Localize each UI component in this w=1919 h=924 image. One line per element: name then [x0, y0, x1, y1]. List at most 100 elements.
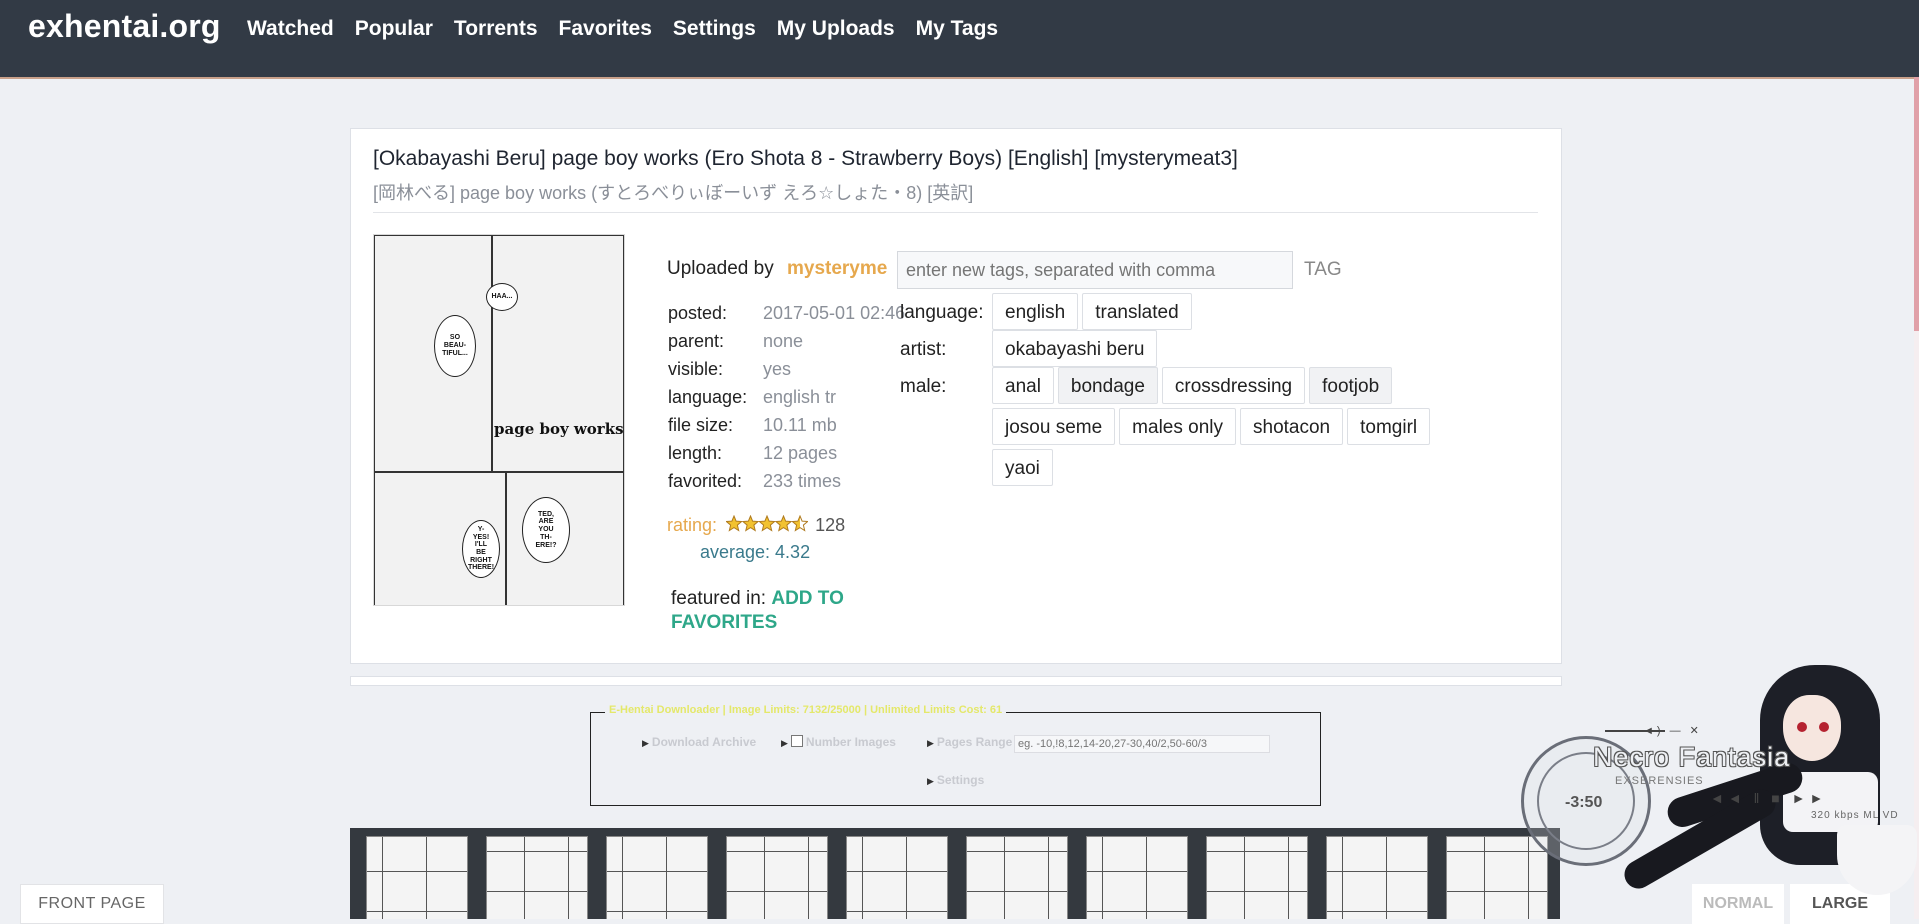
gallery-metadata: posted: 2017-05-01 02:46 parent: none visi…	[668, 299, 905, 495]
thumbnail-panel-line	[1484, 837, 1485, 919]
front-page-button[interactable]: FRONT PAGE	[20, 884, 164, 924]
tag-chip[interactable]: yaoi	[992, 449, 1053, 486]
thumbnail-panel-line	[382, 837, 383, 919]
tag-chip[interactable]: shotacon	[1240, 408, 1344, 445]
thumbnail-panel-line	[967, 851, 1067, 852]
star-icon[interactable]	[741, 515, 760, 532]
gallery-thumbnail[interactable]	[486, 836, 588, 919]
gallery-thumbnail[interactable]	[846, 836, 948, 919]
pages-range-label-row: ▶ Pages Range	[927, 735, 1012, 749]
thumbnail-panel-line	[967, 891, 1067, 892]
tag-chip[interactable]: footjob	[1309, 367, 1393, 404]
thumbnail-panel-line	[847, 871, 947, 872]
meta-key: file size:	[668, 415, 734, 435]
thumbnail-panel-line	[607, 871, 707, 872]
uploader-row: Uploaded by mysteryme	[667, 258, 887, 280]
gallery-thumbnail[interactable]	[1326, 836, 1428, 919]
title-divider	[373, 212, 1538, 213]
featured-in-row: featured in: ADD TO FAVORITES	[671, 587, 911, 635]
tag-chip[interactable]: translated	[1082, 293, 1192, 330]
star-icon[interactable]	[726, 515, 743, 532]
tag-chip[interactable]: males only	[1119, 408, 1236, 445]
site-logo[interactable]: exhentai.org	[28, 8, 221, 45]
featured-label: featured in:	[671, 588, 767, 609]
triangle-icon: ▶	[927, 738, 934, 748]
playback-controls[interactable]: ◄◄ ‖ ■ ►►	[1710, 790, 1827, 806]
meta-value: 2017-05-01 02:46	[763, 303, 906, 323]
nav-link-torrents[interactable]: Torrents	[454, 17, 538, 41]
nav-links: Watched Popular Torrents Favorites Setti…	[247, 17, 1019, 41]
tag-chip[interactable]: crossdressing	[1161, 367, 1306, 404]
thumbnail-panel-line	[1087, 911, 1187, 912]
cover-title-text: page boy works	[494, 420, 624, 438]
tag-chip[interactable]: josou seme	[992, 408, 1116, 445]
thumbnail-panel-line	[1327, 871, 1427, 872]
scrollbar-thumb[interactable]	[1914, 77, 1919, 331]
tag-chip[interactable]: anal	[992, 367, 1054, 404]
meta-key: posted:	[668, 303, 728, 323]
pages-range-label: Pages Range	[936, 735, 1013, 749]
thumbnail-panel-line	[1087, 871, 1187, 872]
meta-key: visible:	[668, 359, 724, 379]
nav-link-my-uploads[interactable]: My Uploads	[777, 17, 895, 41]
gallery-title-japanese: [岡林べる] page boy works (すとろべりぃぼーいず えろ☆しょた…	[373, 183, 974, 203]
thumbnail-panel-line	[906, 837, 907, 919]
meta-row-favorited: favorited: 233 times	[668, 467, 905, 495]
rating-label: rating:	[667, 515, 718, 535]
meta-key: parent:	[668, 331, 725, 351]
tag-chip[interactable]: bondage	[1057, 367, 1158, 404]
uploader-link[interactable]: mysteryme	[787, 258, 887, 279]
new-tag-input[interactable]	[897, 251, 1293, 289]
rating-stars[interactable]	[726, 515, 809, 533]
gallery-thumbnail[interactable]	[966, 836, 1068, 919]
gallery-cover-image[interactable]: SO BEAU- TIFUL... HAA... TED, ARE YOU TH- ERE!…	[373, 234, 625, 606]
nav-link-settings[interactable]: Settings	[673, 17, 756, 41]
gallery-thumbnail[interactable]	[726, 836, 828, 919]
thumbnail-panel-line	[1342, 837, 1343, 919]
thumbnail-panel-line	[1288, 837, 1289, 919]
gallery-thumbnail[interactable]	[1206, 836, 1308, 919]
thumbnail-panel-line	[1207, 891, 1307, 892]
thumbnail-panel-line	[808, 837, 809, 919]
thumbnail-panel-line	[487, 851, 587, 852]
gallery-thumbnail[interactable]	[606, 836, 708, 919]
character-eye	[1819, 722, 1829, 732]
number-images-label: Number Images	[805, 735, 896, 749]
thumbnail-panel-line	[607, 911, 707, 912]
star-icon[interactable]	[791, 515, 809, 532]
nav-link-my-tags[interactable]: My Tags	[916, 17, 998, 41]
nav-link-favorites[interactable]: Favorites	[559, 17, 652, 41]
downloader-legend: E-Hentai Downloader | Image Limits: 7132…	[605, 704, 1007, 716]
tag-chip[interactable]: tomgirl	[1347, 408, 1431, 445]
download-archive-button[interactable]: ▶ Download Archive	[642, 735, 756, 749]
player-artist: EXSERENSIES	[1615, 775, 1704, 787]
tag-chip[interactable]: english	[992, 293, 1079, 330]
downloader-settings-button[interactable]: ▶ Settings	[927, 773, 984, 787]
player-time: -3:50	[1565, 794, 1603, 811]
tag-chip[interactable]: okabayashi beru	[992, 330, 1158, 367]
nav-link-popular[interactable]: Popular	[355, 17, 433, 41]
star-icon[interactable]	[774, 515, 793, 532]
thumbnail-panel-line	[847, 911, 947, 912]
thumbnail-panel-line	[1244, 837, 1245, 919]
pages-range-input[interactable]	[1014, 735, 1270, 753]
star-icon[interactable]	[758, 515, 776, 532]
thumbnail-panel-line	[727, 891, 827, 892]
triangle-icon: ▶	[642, 738, 649, 748]
gallery-thumbnail[interactable]	[366, 836, 468, 919]
meta-row-length: length: 12 pages	[668, 439, 905, 467]
number-images-checkbox[interactable]	[790, 735, 803, 747]
nav-link-watched[interactable]: Watched	[247, 17, 334, 41]
thumbnail-panel-line	[764, 837, 765, 919]
gallery-thumbnail[interactable]	[1086, 836, 1188, 919]
rating-count: 128	[815, 515, 846, 535]
tag-submit-button[interactable]: TAG	[1304, 259, 1342, 281]
gallery-title: [Okabayashi Beru] page boy works (Ero Sh…	[373, 147, 1238, 170]
number-images-option[interactable]: ▶ Number Images	[781, 735, 896, 749]
triangle-icon: ▶	[927, 776, 934, 786]
tag-namespace: artist:	[900, 339, 947, 360]
meta-value: 12 pages	[763, 443, 838, 463]
thumbnail-panel-line	[367, 871, 467, 872]
meta-row-visible: visible: yes	[668, 355, 905, 383]
window-controls[interactable]: ◄) — ✕	[1643, 724, 1702, 737]
